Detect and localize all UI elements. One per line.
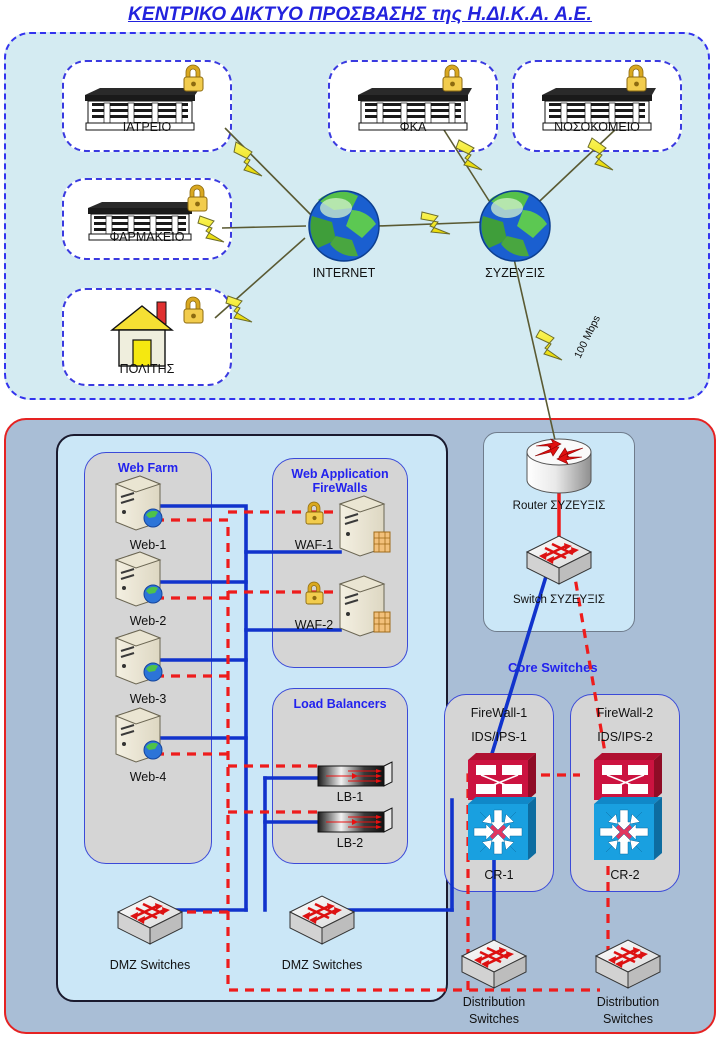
label-politis: ΠΟΛΙΤΗΣ — [119, 362, 175, 376]
label-lb-1: LB-1 — [336, 790, 364, 804]
web-server-icon-2 — [114, 551, 163, 607]
load-balancer-icon-lb1 — [317, 761, 393, 787]
label-waf-2: WAF-2 — [294, 618, 334, 632]
switch-icon-dmz-1 — [116, 895, 184, 945]
label-ids-ips-2: IDS/IPS-2 — [597, 730, 653, 744]
label-dmz-switches-2: DMZ Switches — [281, 958, 363, 972]
label-distribution-switches-2-line1: Distribution — [596, 995, 660, 1009]
label-web-2: Web-2 — [129, 614, 167, 628]
switch-icon-dmz-2 — [288, 895, 356, 945]
label-waf-1: WAF-1 — [294, 538, 334, 552]
label-ids-ips-1: IDS/IPS-1 — [471, 730, 527, 744]
label-web-4: Web-4 — [129, 770, 167, 784]
label-firewall-1: FireWall-1 — [470, 706, 528, 720]
router-icon-suzeuxis — [526, 438, 592, 494]
padlock-icon-nosokomeio — [626, 64, 647, 92]
label-iatreio: ΙΑΤΡΕΙΟ — [122, 120, 172, 134]
label-distribution-switches-1-line1: Distribution — [462, 995, 526, 1009]
padlock-icon-fka — [442, 64, 463, 92]
switch-icon-distribution-1 — [460, 939, 528, 989]
padlock-icon-iatreio — [183, 64, 204, 92]
padlock-icon-farmakeio — [187, 184, 208, 212]
label-lb-2: LB-2 — [336, 836, 364, 850]
switch-icon-distribution-2 — [594, 939, 662, 989]
web-server-icon-4 — [114, 707, 163, 763]
house-icon-politis — [110, 301, 174, 367]
label-distribution-switches-2-line2: Switches — [602, 1012, 654, 1026]
label-router-suzeuxis: Router ΣΥΖΕΥΞΙΣ — [512, 500, 606, 512]
padlock-icon-waf1 — [305, 501, 324, 525]
label-distribution-switches-1-line2: Switches — [468, 1012, 520, 1026]
label-cr-2: CR-2 — [610, 868, 640, 882]
label-web-1: Web-1 — [129, 538, 167, 552]
label-web-3: Web-3 — [129, 692, 167, 706]
label-firewall-2: FireWall-2 — [596, 706, 654, 720]
web-server-icon-1 — [114, 475, 163, 531]
load-balancer-icon-lb2 — [317, 807, 393, 833]
padlock-icon-waf2 — [305, 581, 324, 605]
firewall-server-icon-waf2 — [338, 575, 391, 637]
globe-icon-suzeuxis — [479, 190, 551, 262]
label-cr-1: CR-1 — [484, 868, 514, 882]
web-server-icon-3 — [114, 629, 163, 685]
network-diagram: ΚΕΝΤΡΙΚΟ ΔΙΚΤΥΟ ΠΡΟΣΒΑΣΗΣ της Η.ΔΙ.Κ.Α. … — [0, 0, 720, 1040]
label-nosokomeio: ΝΟΣΟΚΟΜΕΙΟ — [554, 120, 640, 134]
label-dmz-switches-1: DMZ Switches — [109, 958, 191, 972]
firewall-server-icon-waf1 — [338, 495, 391, 557]
switch-icon-suzeuxis — [525, 535, 593, 585]
icon-layer — [85, 64, 662, 989]
globe-icon-internet — [308, 190, 380, 262]
label-internet: INTERNET — [312, 266, 376, 280]
firewall-core-icon-1 — [468, 753, 536, 860]
label-suzeuxis-cloud: ΣΥΖΕΥΞΙΣ — [485, 266, 545, 280]
label-switch-suzeuxis: Switch ΣΥΖΕΥΞΙΣ — [513, 594, 605, 606]
padlock-icon-politis — [183, 296, 204, 324]
firewall-core-icon-2 — [594, 753, 662, 860]
label-farmakeio: ΦΑΡΜΑΚΕΙΟ — [109, 230, 185, 244]
label-fka: ΦΚΑ — [399, 120, 427, 134]
